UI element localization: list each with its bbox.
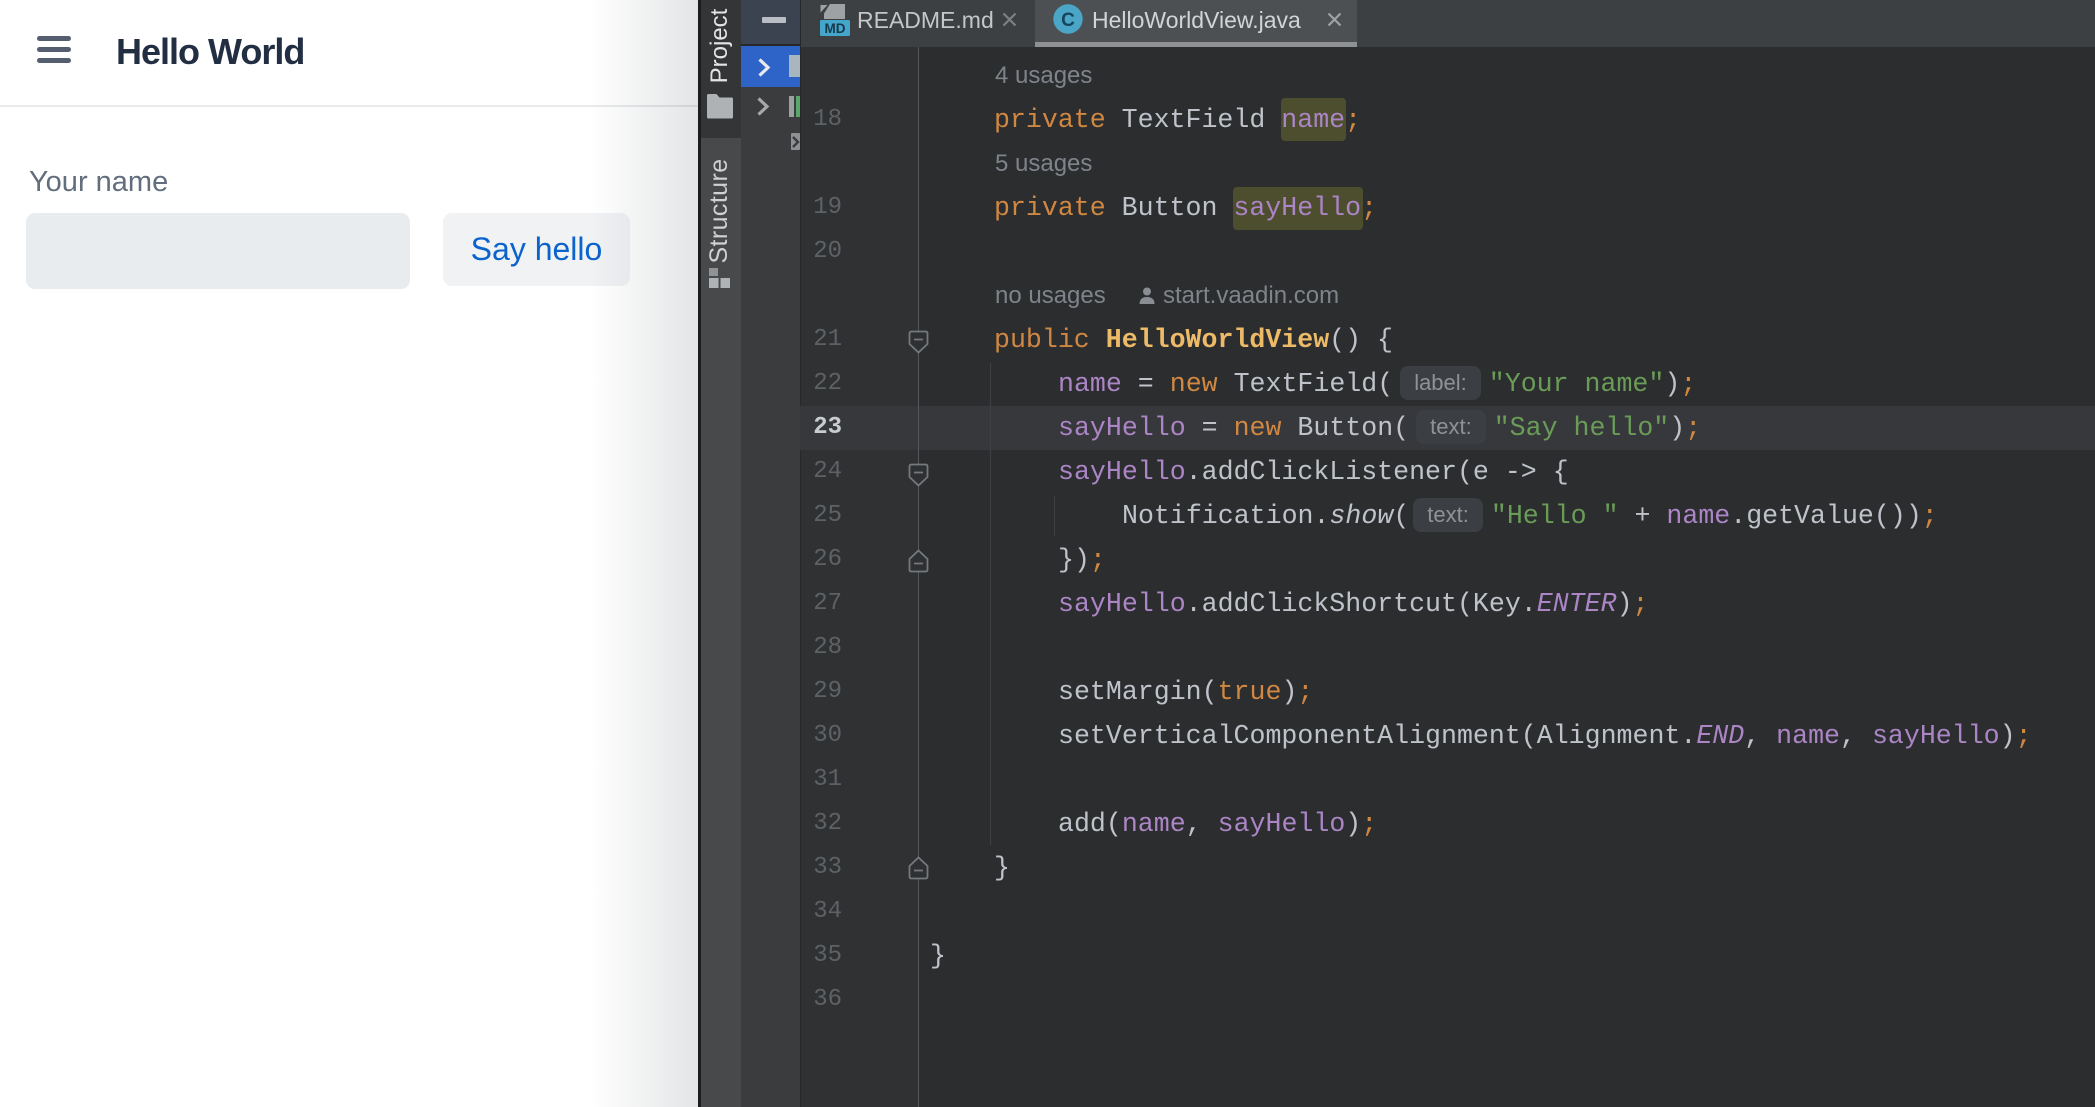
svg-text:C: C [1061,10,1075,31]
svg-text:MD: MD [825,21,846,36]
